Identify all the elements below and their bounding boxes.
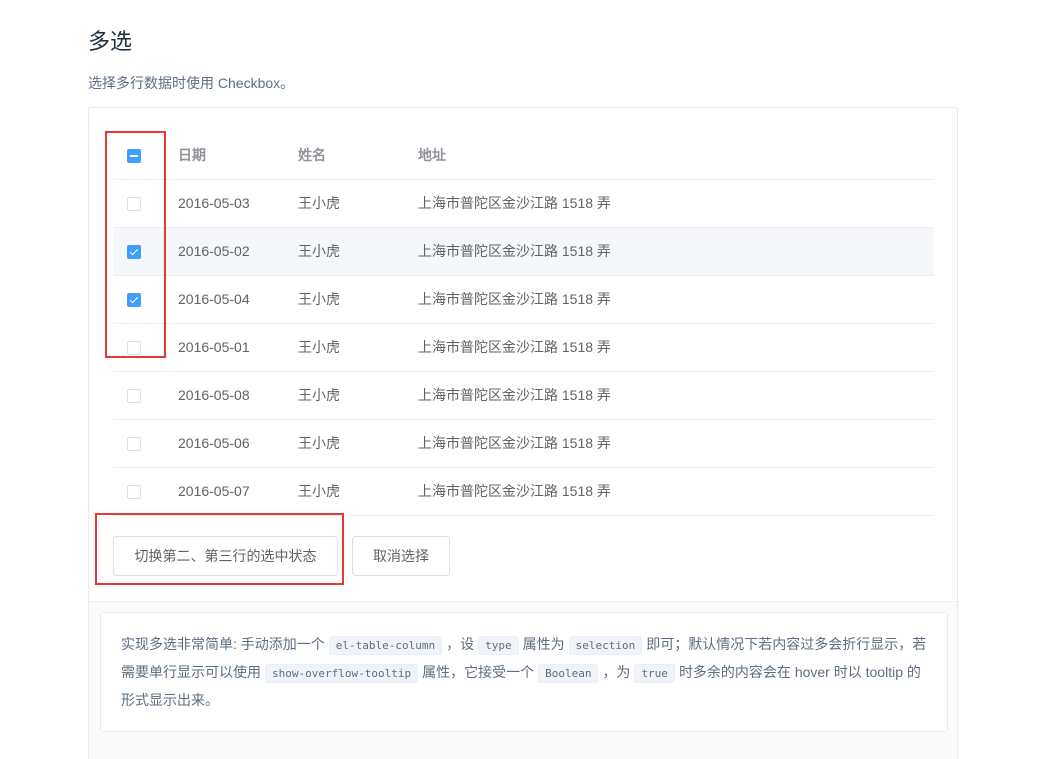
code-boolean: Boolean — [538, 664, 599, 683]
table-header-row: 日期 姓名 地址 — [113, 132, 934, 180]
row-checkbox[interactable] — [127, 293, 141, 307]
row-checkbox[interactable] — [127, 245, 141, 259]
column-header-name: 姓名 — [298, 147, 326, 163]
table-row[interactable]: 2016-05-08 王小虎 上海市普陀区金沙江路 1518 弄 — [113, 372, 934, 420]
address-cell: 上海市普陀区金沙江路 1518 弄 — [418, 291, 611, 307]
row-checkbox-cell — [113, 324, 155, 371]
address-cell: 上海市普陀区金沙江路 1518 弄 — [418, 387, 611, 403]
name-cell: 王小虎 — [298, 291, 340, 307]
date-cell: 2016-05-02 — [178, 243, 250, 259]
row-checkbox[interactable] — [127, 437, 141, 451]
date-cell: 2016-05-07 — [178, 483, 250, 499]
address-cell: 上海市普陀区金沙江路 1518 弄 — [418, 243, 611, 259]
address-cell: 上海市普陀区金沙江路 1518 弄 — [418, 339, 611, 355]
table-row[interactable]: 2016-05-04 王小虎 上海市普陀区金沙江路 1518 弄 — [113, 276, 934, 324]
select-all-checkbox[interactable] — [127, 149, 141, 163]
code-el-table-column: el-table-column — [328, 636, 443, 655]
table-row[interactable]: 2016-05-03 王小虎 上海市普陀区金沙江路 1518 弄 — [113, 180, 934, 228]
row-checkbox[interactable] — [127, 485, 141, 499]
row-checkbox-cell — [113, 420, 155, 467]
date-cell: 2016-05-03 — [178, 195, 250, 211]
clear-selection-button[interactable]: 取消选择 — [352, 536, 450, 576]
column-header-address: 地址 — [418, 147, 446, 163]
row-checkbox-cell — [113, 468, 155, 515]
code-meta-area: 实现多选非常简单: 手动添加一个 el-table-column ，设 type 属性为… — [89, 601, 957, 759]
row-checkbox[interactable] — [127, 341, 141, 355]
demo-block: 日期 姓名 地址 2016-05-03 王小虎 上海市普陀区金沙江路 1518 弄2… — [88, 107, 958, 759]
page-title: 多选 — [88, 29, 133, 54]
page-description: 选择多行数据时使用 Checkbox。 — [88, 75, 295, 91]
code-type: type — [478, 636, 519, 655]
row-checkbox[interactable] — [127, 197, 141, 211]
desc-text-5: 属性，它接受一个 — [422, 664, 535, 680]
table-row[interactable]: 2016-05-02 王小虎 上海市普陀区金沙江路 1518 弄 — [113, 228, 934, 276]
column-header-date: 日期 — [178, 147, 206, 163]
date-cell: 2016-05-01 — [178, 339, 250, 355]
header-checkbox-cell — [113, 132, 155, 179]
table-row[interactable]: 2016-05-01 王小虎 上海市普陀区金沙江路 1518 弄 — [113, 324, 934, 372]
code-selection: selection — [568, 636, 643, 655]
code-true: true — [634, 664, 675, 683]
row-checkbox-cell — [113, 372, 155, 419]
description-box: 实现多选非常简单: 手动添加一个 el-table-column ，设 type 属性为… — [100, 612, 948, 732]
desc-text-1: 实现多选非常简单: 手动添加一个 — [121, 636, 325, 652]
desc-text-2: ，设 — [446, 636, 475, 652]
name-cell: 王小虎 — [298, 483, 340, 499]
row-checkbox-cell — [113, 276, 155, 323]
address-cell: 上海市普陀区金沙江路 1518 弄 — [418, 435, 611, 451]
selection-table: 日期 姓名 地址 2016-05-03 王小虎 上海市普陀区金沙江路 1518 弄2… — [113, 132, 934, 516]
date-cell: 2016-05-06 — [178, 435, 250, 451]
desc-text-3: 属性为 — [522, 636, 565, 652]
code-show-overflow-tooltip: show-overflow-tooltip — [265, 664, 419, 683]
name-cell: 王小虎 — [298, 339, 340, 355]
table-body: 2016-05-03 王小虎 上海市普陀区金沙江路 1518 弄 2016-05-02… — [113, 180, 934, 516]
row-checkbox-cell — [113, 228, 155, 275]
address-cell: 上海市普陀区金沙江路 1518 弄 — [418, 483, 611, 499]
date-cell: 2016-05-08 — [178, 387, 250, 403]
table-row[interactable]: 2016-05-07 王小虎 上海市普陀区金沙江路 1518 弄 — [113, 468, 934, 516]
name-cell: 王小虎 — [298, 243, 340, 259]
table-row[interactable]: 2016-05-06 王小虎 上海市普陀区金沙江路 1518 弄 — [113, 420, 934, 468]
address-cell: 上海市普陀区金沙江路 1518 弄 — [418, 195, 611, 211]
date-cell: 2016-05-04 — [178, 291, 250, 307]
name-cell: 王小虎 — [298, 387, 340, 403]
row-checkbox[interactable] — [127, 389, 141, 403]
toggle-selection-button[interactable]: 切换第二、第三行的选中状态 — [113, 536, 338, 576]
name-cell: 王小虎 — [298, 195, 340, 211]
name-cell: 王小虎 — [298, 435, 340, 451]
desc-text-6: ，为 — [602, 664, 631, 680]
row-checkbox-cell — [113, 180, 155, 227]
